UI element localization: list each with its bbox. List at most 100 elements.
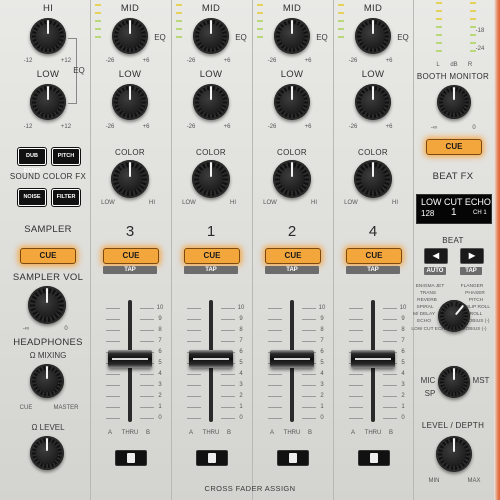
fader-tick: [383, 374, 397, 375]
fx-dub-echo-button[interactable]: DUB ECHO: [18, 148, 46, 174]
color-knob[interactable]: [192, 160, 230, 198]
channel-fader[interactable]: [189, 350, 233, 368]
headphones-level-knob[interactable]: [30, 436, 64, 470]
low-eq-label: LOW: [361, 69, 385, 80]
channel-meter-led: [257, 12, 263, 14]
fader-tick: [302, 396, 316, 397]
beat-right-button[interactable]: ▶: [460, 248, 484, 264]
fader-tick: [221, 407, 235, 408]
fader-tick: [268, 319, 282, 320]
crossfader-assign-switch[interactable]: [358, 450, 390, 466]
channel-cue-button[interactable]: CUE: [346, 248, 402, 264]
assign-b: B: [145, 430, 151, 436]
fader-scale-label: 6: [239, 349, 243, 355]
sampler-vol-knob[interactable]: [28, 286, 66, 324]
fader-tick: [106, 396, 120, 397]
fader-scale-label: 7: [401, 338, 405, 344]
channel-fader[interactable]: [351, 350, 395, 368]
fader-tick: [383, 341, 397, 342]
fader-tick: [140, 374, 154, 375]
beat-label: BEAT: [442, 236, 464, 245]
color-min: LOW: [182, 200, 196, 206]
fader-tick: [106, 385, 120, 386]
effect-select-knob[interactable]: [438, 300, 470, 332]
fader-tick: [140, 407, 154, 408]
mid-min: -26: [186, 58, 196, 64]
level-depth-min: MIN: [428, 478, 440, 484]
mid-min: -26: [267, 58, 277, 64]
cue-label: CUE: [39, 251, 57, 260]
crossfader-assign-switch[interactable]: [277, 450, 309, 466]
fx-cue-button[interactable]: CUE: [426, 139, 482, 155]
assign-a: A: [188, 430, 194, 436]
auto-label: AUTO: [424, 267, 446, 275]
mid-eq-knob[interactable]: [274, 18, 310, 54]
low-eq-knob[interactable]: [193, 84, 229, 120]
fx-filter-button[interactable]: FILTER: [52, 189, 80, 206]
channel-meter-led: [176, 28, 182, 30]
fader-tick: [302, 418, 316, 419]
fx-pitch-button[interactable]: PITCH: [52, 148, 80, 165]
fader-scale-label: 1: [239, 404, 243, 410]
cue-label: CUE: [365, 251, 383, 260]
low-eq-knob[interactable]: [274, 84, 310, 120]
mid-eq-knob[interactable]: [112, 18, 148, 54]
meter-r: R: [467, 62, 473, 68]
fader-tick: [187, 308, 201, 309]
low-eq-knob[interactable]: [355, 84, 391, 120]
fx-noise-button[interactable]: NOISE: [18, 189, 46, 206]
fader-tick: [268, 418, 282, 419]
fader-tick: [349, 385, 363, 386]
channel-cue-button[interactable]: CUE: [103, 248, 159, 264]
fader-tick: [383, 385, 397, 386]
channel-meter-led: [95, 20, 101, 22]
low-eq-knob[interactable]: [30, 84, 66, 120]
effect-name-label: FLANGER: [460, 284, 484, 289]
effect-name-label: PITCH: [468, 298, 484, 303]
channel-cue-button[interactable]: CUE: [265, 248, 321, 264]
fader-tick: [221, 341, 235, 342]
fader-scale-label: 0: [320, 415, 324, 421]
channel-cue-button[interactable]: CUE: [184, 248, 240, 264]
assign-a: A: [269, 430, 275, 436]
low-min: -12: [23, 124, 33, 130]
effect-name-label: TRANS: [419, 291, 437, 296]
fader-scale-label: 4: [320, 371, 324, 377]
fader-tick: [349, 418, 363, 419]
color-knob[interactable]: [273, 160, 311, 198]
fader-scale-label: 9: [320, 316, 324, 322]
hi-eq-knob[interactable]: [30, 18, 66, 54]
fader-scale-label: 5: [158, 360, 162, 366]
fader-tick: [187, 418, 201, 419]
mid-eq-knob[interactable]: [355, 18, 391, 54]
headphones-mixing-knob[interactable]: [30, 364, 64, 398]
master-meter-led: [436, 42, 442, 44]
sound-color-fx-label: SOUND COLOR FX: [9, 172, 87, 181]
level-depth-knob[interactable]: [436, 436, 472, 472]
sampler-cue-button[interactable]: CUE: [20, 248, 76, 264]
mixing-label: Ω MIXING: [30, 351, 67, 360]
assign-thru: THRU: [364, 430, 382, 436]
low-max: +6: [304, 124, 312, 130]
master-meter-led: [470, 42, 476, 44]
crossfader-assign-switch[interactable]: [115, 450, 147, 466]
master-meter-led: [436, 50, 442, 52]
booth-monitor-knob[interactable]: [437, 85, 471, 119]
channel-meter-led: [338, 36, 344, 38]
fader-tick: [383, 330, 397, 331]
beat-left-button[interactable]: ◀: [424, 248, 448, 264]
low-eq-knob[interactable]: [112, 84, 148, 120]
fader-tick: [268, 407, 282, 408]
fader-tick: [106, 330, 120, 331]
crossfader-assign-switch[interactable]: [196, 450, 228, 466]
channel-fader[interactable]: [108, 350, 152, 368]
channel-fader[interactable]: [270, 350, 314, 368]
low-min: -26: [186, 124, 196, 130]
display-beat: 1: [451, 207, 457, 218]
mid-eq-knob[interactable]: [193, 18, 229, 54]
color-knob[interactable]: [111, 160, 149, 198]
color-knob[interactable]: [354, 160, 392, 198]
channel-meter-led: [338, 20, 344, 22]
channel-meter-led: [338, 4, 344, 6]
channel-select-knob[interactable]: [438, 366, 470, 398]
